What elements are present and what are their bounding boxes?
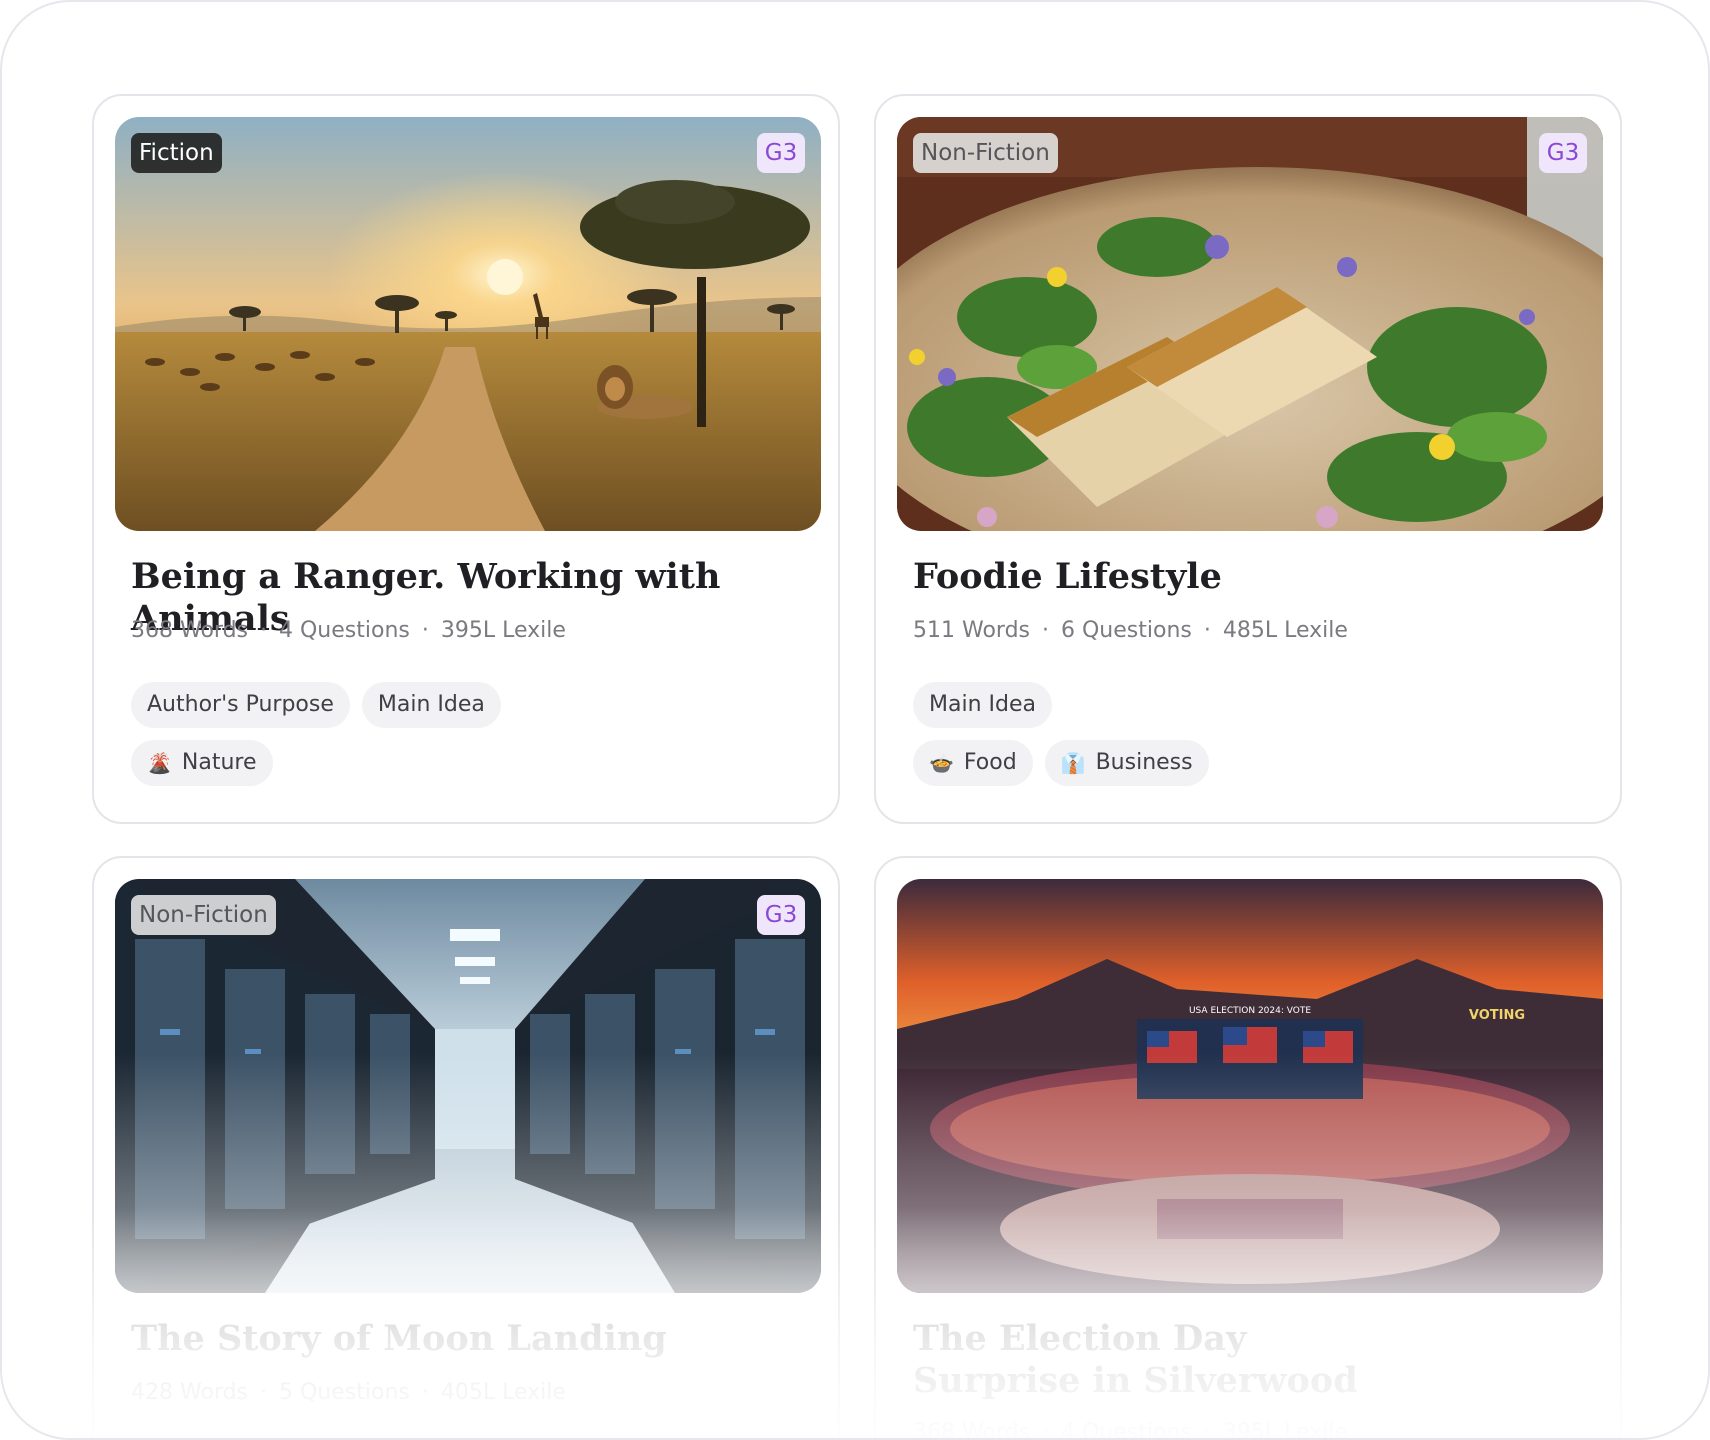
question-count: 6 Questions bbox=[1061, 618, 1192, 643]
reading-card-moon-landing[interactable]: Non-Fiction G3 The Story of Moon Landing… bbox=[92, 856, 840, 1438]
topic-tag-business[interactable]: 👔 Business bbox=[1044, 740, 1209, 786]
skill-tag[interactable]: Main Idea bbox=[361, 682, 501, 728]
election-illustration: USA ELECTION 2024: VOTE VOTING bbox=[897, 879, 1603, 1293]
volcano-icon: 🌋 bbox=[147, 751, 172, 775]
meta-separator: · bbox=[1042, 618, 1049, 643]
word-count: 368 Words bbox=[131, 618, 248, 643]
reading-card-ranger[interactable]: Fiction G3 Being a Ranger. Working with … bbox=[92, 94, 840, 824]
lexile-level: 395L Lexile bbox=[440, 618, 566, 643]
app-frame: Fiction G3 Being a Ranger. Working with … bbox=[0, 0, 1710, 1440]
word-count: 368 Words bbox=[913, 1420, 1030, 1440]
image-text-election-banner: USA ELECTION 2024: VOTE bbox=[1189, 1006, 1311, 1016]
reading-card-foodie[interactable]: Non-Fiction G3 Foodie Lifestyle 511 Word… bbox=[874, 94, 1622, 824]
meta-separator: · bbox=[421, 1380, 429, 1405]
card-image-server-room: Non-Fiction G3 bbox=[115, 879, 821, 1293]
lexile-level: 405L Lexile bbox=[440, 1380, 566, 1405]
businessperson-icon: 👔 bbox=[1060, 751, 1086, 775]
image-text-voting: VOTING bbox=[1469, 1008, 1525, 1023]
category-badge: Fiction bbox=[131, 133, 222, 173]
topic-label: Business bbox=[1095, 750, 1193, 775]
skill-tag[interactable]: Main Idea bbox=[913, 682, 1052, 728]
meta-separator: · bbox=[1042, 1420, 1049, 1440]
question-count: 5 Questions bbox=[279, 1380, 410, 1405]
card-image-plated-fish: Non-Fiction G3 bbox=[897, 117, 1603, 531]
card-meta: 368 Words · 4 Questions · 395L Lexile bbox=[131, 618, 566, 643]
grade-badge: G3 bbox=[757, 895, 805, 935]
tag-list: Main Idea 🍲 Food 👔 Business bbox=[913, 682, 1593, 798]
question-count: 4 Questions bbox=[279, 618, 410, 643]
category-badge: Non-Fiction bbox=[131, 895, 276, 935]
meta-separator: · bbox=[1203, 618, 1211, 643]
savanna-illustration bbox=[115, 117, 821, 531]
meta-separator: · bbox=[260, 618, 267, 643]
grade-badge: G3 bbox=[1539, 133, 1587, 173]
card-meta: 368 Words · 4 Questions · 395L Lexile bbox=[913, 1420, 1348, 1440]
lexile-level: 395L Lexile bbox=[1222, 1420, 1348, 1440]
card-image-savanna: Fiction G3 bbox=[115, 117, 821, 531]
tag-list: Author's Purpose Main Idea 🌋 Nature bbox=[131, 682, 811, 798]
lexile-level: 485L Lexile bbox=[1222, 618, 1348, 643]
topic-label: Food bbox=[963, 750, 1017, 775]
topic-tag-food[interactable]: 🍲 Food bbox=[913, 740, 1033, 786]
meta-separator: · bbox=[421, 618, 429, 643]
meta-separator: · bbox=[260, 1380, 267, 1405]
card-title[interactable]: Foodie Lifestyle bbox=[913, 556, 1593, 598]
card-title[interactable]: The Story of Moon Landing bbox=[131, 1318, 811, 1360]
question-count: 4 Questions bbox=[1061, 1420, 1192, 1440]
card-meta: 511 Words · 6 Questions · 485L Lexile bbox=[913, 618, 1348, 643]
food-illustration bbox=[897, 117, 1603, 531]
topic-tag-nature[interactable]: 🌋 Nature bbox=[131, 740, 273, 786]
category-badge: Non-Fiction bbox=[913, 133, 1058, 173]
reading-card-election-day[interactable]: USA ELECTION 2024: VOTE VOTING The Elect… bbox=[874, 856, 1622, 1440]
meta-separator: · bbox=[1203, 1420, 1211, 1440]
bowl-icon: 🍲 bbox=[929, 751, 954, 775]
word-count: 428 Words bbox=[131, 1380, 248, 1405]
card-image-election-rally: USA ELECTION 2024: VOTE VOTING bbox=[897, 879, 1603, 1293]
word-count: 511 Words bbox=[913, 618, 1030, 643]
topic-label: Nature bbox=[181, 750, 257, 775]
skill-tag[interactable]: Author's Purpose bbox=[131, 682, 350, 728]
server-room-illustration bbox=[115, 879, 821, 1293]
card-meta: 428 Words · 5 Questions · 405L Lexile bbox=[131, 1380, 566, 1405]
card-title[interactable]: The Election Day Surprise in Silverwood bbox=[913, 1318, 1383, 1402]
grade-badge: G3 bbox=[757, 133, 805, 173]
